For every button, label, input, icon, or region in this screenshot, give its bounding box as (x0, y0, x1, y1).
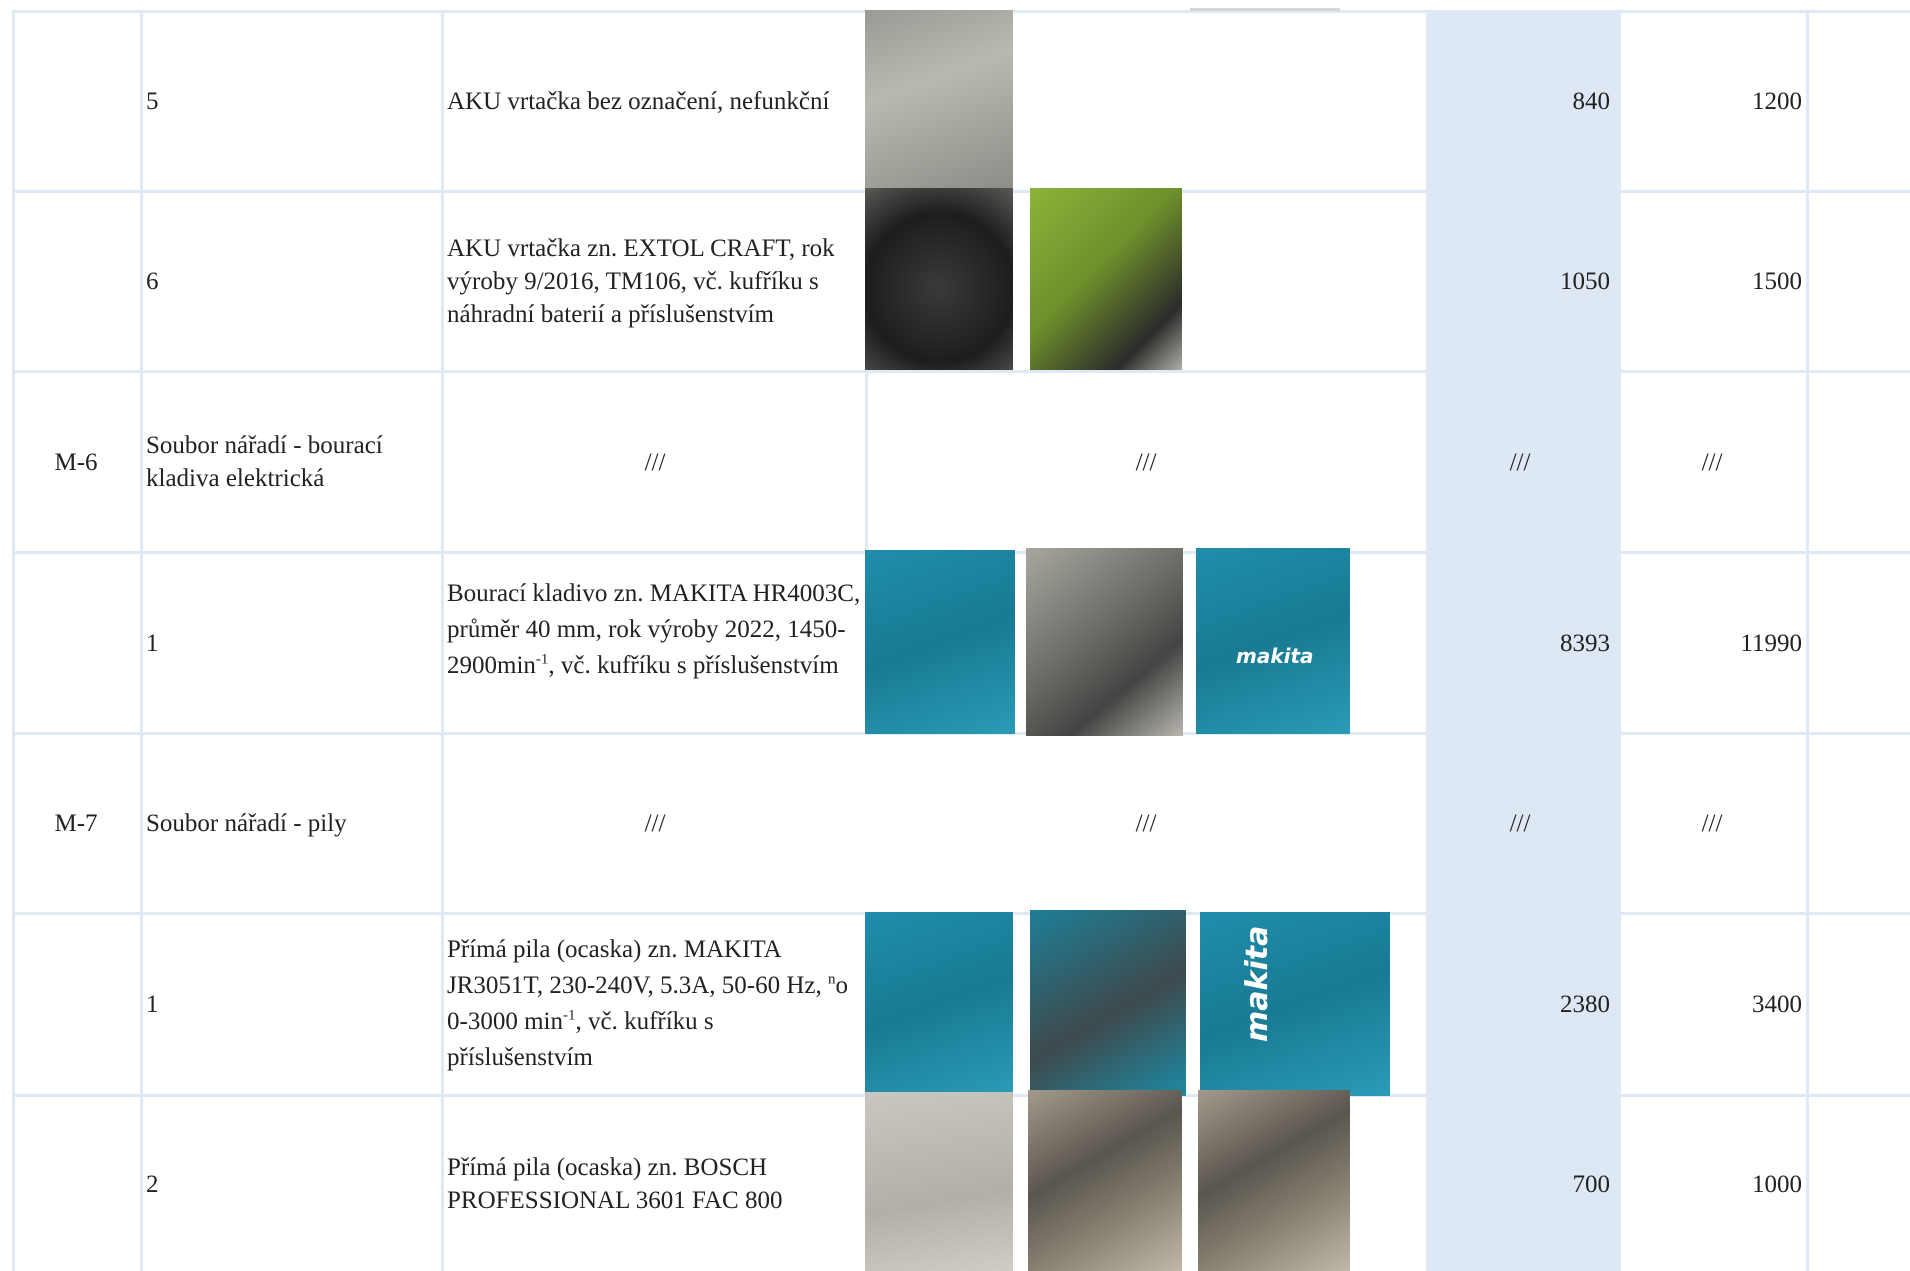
description-placeholder: /// (644, 810, 666, 837)
group-code: M-6 (54, 448, 98, 476)
price-value: 3400 (1752, 991, 1802, 1018)
item-number: 1 (146, 991, 159, 1018)
photos-placeholder: /// (1135, 810, 1157, 837)
price-estimate: 700 (1572, 1170, 1611, 1198)
grid-line (140, 12, 143, 1271)
price-estimate: 2380 (1560, 991, 1610, 1018)
photos-placeholder: /// (1135, 448, 1157, 476)
item-number: 1 (146, 629, 159, 657)
price-estimate: 840 (1572, 87, 1611, 115)
product-photo (865, 1092, 1013, 1271)
price-value: /// (1701, 810, 1723, 837)
price-estimate: /// (1509, 448, 1531, 476)
product-photo: makita (1200, 912, 1390, 1096)
grid-line (1426, 12, 1429, 1271)
grid-line (1618, 12, 1621, 1271)
group-name: Soubor nářadí - bourací kladiva elektric… (146, 432, 383, 492)
product-photo: makita (1196, 548, 1350, 734)
item-number: 6 (146, 268, 159, 295)
price-value: 1000 (1752, 1170, 1802, 1198)
photo-edge (1190, 8, 1340, 11)
item-description: Přímá pila (ocaska) zn. MAKITA JR3051T, … (447, 936, 849, 1071)
product-photo (865, 188, 1013, 370)
item-number: 2 (146, 1170, 159, 1198)
product-photo (865, 550, 1015, 734)
price-estimate: 1050 (1560, 268, 1610, 295)
product-photo (1026, 548, 1183, 736)
description-placeholder: /// (644, 448, 666, 476)
product-photo (1030, 910, 1186, 1096)
item-description: Bourací kladivo zn. MAKITA HR4003C, prům… (447, 580, 861, 679)
item-description: Přímá pila (ocaska) zn. BOSCH PROFESSION… (447, 1154, 783, 1214)
price-value: 1200 (1752, 87, 1802, 115)
grid-line (441, 12, 444, 1271)
price-value: 11990 (1740, 629, 1802, 657)
makita-logo: makita (1236, 644, 1314, 668)
makita-logo: makita (1240, 925, 1275, 1042)
product-photo (1028, 1090, 1182, 1271)
product-photo (1030, 188, 1182, 370)
grid-line (12, 12, 15, 1271)
inventory-table: 5 AKU vrtačka bez označení, nefunkční 84… (0, 0, 1910, 1271)
product-photo (865, 912, 1013, 1094)
item-number: 5 (146, 87, 159, 115)
group-name: Soubor nářadí - pily (146, 810, 347, 837)
price-value: /// (1701, 448, 1723, 476)
product-photo (1198, 1090, 1350, 1271)
grid-line (1806, 12, 1809, 1271)
group-code: M-7 (54, 810, 98, 837)
item-description: AKU vrtačka zn. EXTOL CRAFT, rok výroby … (447, 235, 835, 328)
price-value: 1500 (1752, 268, 1802, 295)
price-estimate: 8393 (1560, 629, 1610, 657)
price-estimate: /// (1509, 810, 1531, 837)
product-photo (865, 10, 1013, 190)
item-description: AKU vrtačka bez označení, nefunkční (447, 87, 830, 115)
